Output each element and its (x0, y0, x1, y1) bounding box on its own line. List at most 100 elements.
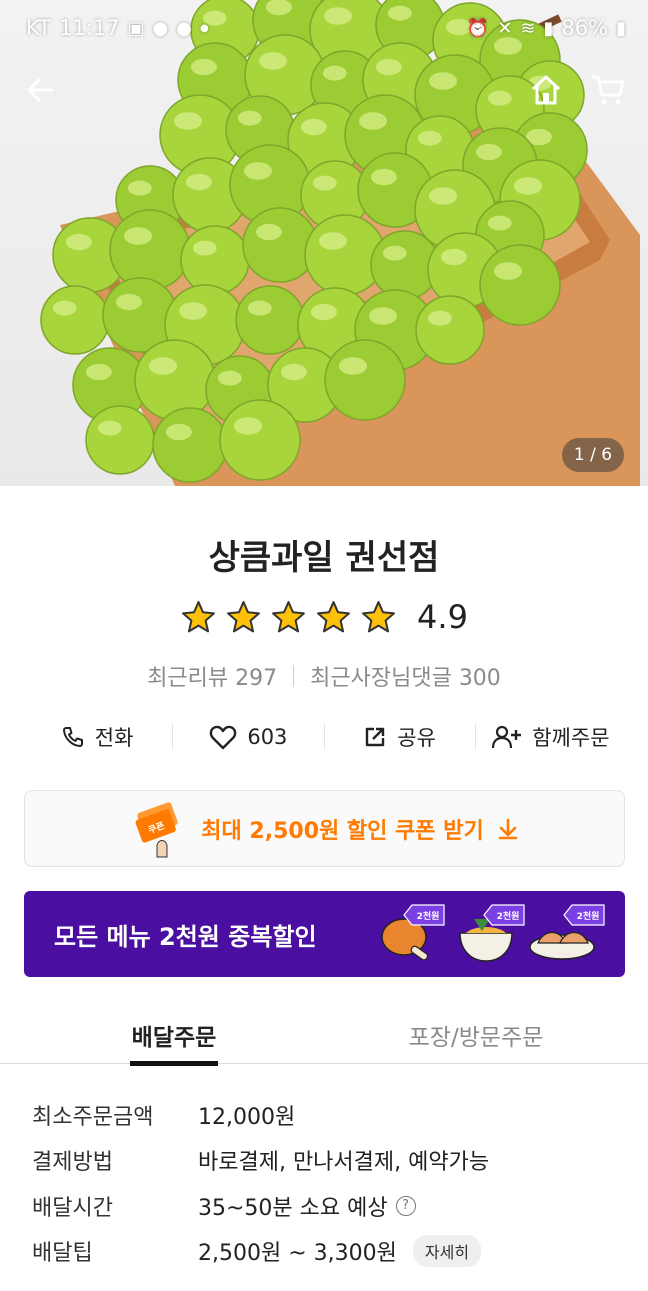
grape-highlight (417, 130, 442, 146)
like-count: 603 (247, 725, 288, 749)
like-button[interactable]: 603 (173, 724, 323, 750)
promo-text: 모든 메뉴 2천원 중복할인 (54, 922, 317, 951)
download-icon (498, 818, 517, 839)
review-row: 최근리뷰 297 최근사장님댓글 300 (0, 660, 648, 692)
tab-pickup-order[interactable]: 포장/방문주문 (396, 1006, 556, 1064)
grape-highlight (85, 363, 112, 381)
grape-highlight (192, 240, 217, 256)
coupon-ticket-icon: 쿠폰 (135, 801, 178, 857)
back-button[interactable] (20, 70, 60, 110)
star-icon (317, 600, 350, 632)
grape-highlight (359, 112, 387, 130)
grape-highlight (440, 248, 467, 266)
hero-image[interactable]: KT 11:17 ▣ ● ● ● ⏰ ✕ ≋ ▮ 86% ▮ 1 / 6 (0, 0, 648, 486)
discount-badge: 2천원 (403, 904, 445, 926)
info-row-delivery-time: 배달시간 35~50분 소요 예상 ? (32, 1183, 622, 1229)
discount-badge: 2천원 (483, 904, 525, 926)
min-order-label: 최소주문금액 (32, 1104, 154, 1130)
discount-badge: 2천원 (563, 904, 605, 926)
carrier-label: KT (26, 16, 51, 40)
grape-highlight (165, 423, 192, 441)
star-icon (362, 600, 395, 632)
delivery-tip-text: 2,500원 ~ 3,300원 (198, 1241, 397, 1267)
share-button[interactable]: 공유 (325, 722, 475, 752)
grape-highlight (149, 357, 177, 375)
grape-highlight (487, 90, 512, 106)
promo-banner[interactable]: 모든 메뉴 2천원 중복할인 2천원 2천원 2천원 (24, 891, 625, 977)
star-icon (272, 600, 305, 632)
group-order-label: 함께주문 (532, 726, 610, 750)
cart-icon (592, 75, 625, 105)
image-pager: 1 / 6 (562, 438, 624, 472)
grape-highlight (179, 302, 207, 320)
heart-icon (210, 725, 237, 750)
grape-highlight (319, 232, 347, 250)
grape-berry (324, 339, 406, 421)
owner-replies-link[interactable]: 최근사장님댓글 300 (310, 660, 501, 692)
grape-highlight (97, 420, 122, 436)
grape-highlight (65, 233, 92, 251)
grape-highlight (217, 370, 242, 386)
grape-highlight (514, 177, 542, 195)
grape-highlight (494, 262, 522, 280)
delivery-info: 최소주문금액 12,000원 결제방법 바로결제, 만나서결제, 예약가능 배달… (32, 1092, 622, 1274)
battery-level: 86% (561, 16, 609, 40)
home-button[interactable] (526, 70, 566, 110)
grape-highlight (174, 112, 202, 130)
grape-highlight (52, 300, 77, 316)
badge-label-2: 2천원 (497, 910, 520, 922)
coupon-download-button[interactable]: 쿠폰 최대 2,500원 할인 쿠폰 받기 (24, 790, 625, 867)
min-order-value: 12,000원 (198, 1104, 296, 1130)
grape-highlight (475, 143, 502, 161)
grape-highlight (234, 417, 262, 435)
grape-highlight (244, 162, 272, 180)
grape-highlight (247, 300, 272, 316)
grape-highlight (300, 118, 327, 136)
coupon-label: 최대 2,500원 할인 쿠폰 받기 (201, 818, 484, 844)
grape-highlight (190, 58, 217, 76)
grape-highlight (127, 180, 152, 196)
delivery-time-value: 35~50분 소요 예상 ? (198, 1190, 416, 1222)
call-button[interactable]: 전화 (22, 722, 172, 752)
star-icon (182, 600, 215, 632)
star-icon (227, 600, 260, 632)
alarm-icon: ⏰ (466, 17, 490, 39)
grape-highlight (322, 65, 347, 81)
delivery-tip-detail-button[interactable]: 자세히 (412, 1235, 482, 1268)
grape-highlight (382, 245, 407, 261)
grape-highlight (429, 72, 457, 90)
help-icon[interactable]: ? (395, 1195, 416, 1216)
cart-button[interactable] (588, 70, 628, 110)
promo-food-illustration: 2천원 2천원 2천원 (381, 904, 605, 962)
rating-row[interactable]: 4.9 (0, 598, 648, 636)
tab-delivery-order[interactable]: 배달주문 (120, 1006, 228, 1066)
grape-berry (152, 407, 228, 483)
talk-icon: ● (152, 17, 169, 39)
action-row: 전화 603 공유 함께주문 (22, 714, 626, 760)
payment-label: 결제방법 (32, 1150, 113, 1176)
grape-berry (180, 225, 250, 295)
add-user-icon (492, 725, 522, 749)
wifi-icon: ≋ (520, 17, 536, 39)
call-label: 전화 (94, 726, 134, 750)
mute-icon: ✕ (497, 17, 513, 39)
dot-icon: ● (199, 22, 209, 34)
grape-berry (479, 244, 561, 326)
grape-highlight (375, 58, 402, 76)
badge-label-1: 2천원 (417, 910, 440, 922)
grape-highlight (339, 357, 367, 375)
grape-highlight (429, 187, 457, 205)
grape-highlight (370, 168, 397, 186)
grape-highlight (280, 363, 307, 381)
payment-value: 바로결제, 만나서결제, 예약가능 (198, 1150, 490, 1176)
grape-berry (109, 209, 191, 291)
grape-highlight (312, 175, 337, 191)
grape-highlight (369, 307, 397, 325)
badge-label-3: 2천원 (577, 910, 600, 922)
info-row-payment: 결제방법 바로결제, 만나서결제, 예약가능 (32, 1138, 622, 1184)
recent-reviews-link[interactable]: 최근리뷰 297 (147, 660, 277, 692)
grape-highlight (124, 227, 152, 245)
grape-berry (134, 339, 216, 421)
signal-icon: ▮ (543, 17, 554, 39)
group-order-button[interactable]: 함께주문 (476, 722, 626, 752)
